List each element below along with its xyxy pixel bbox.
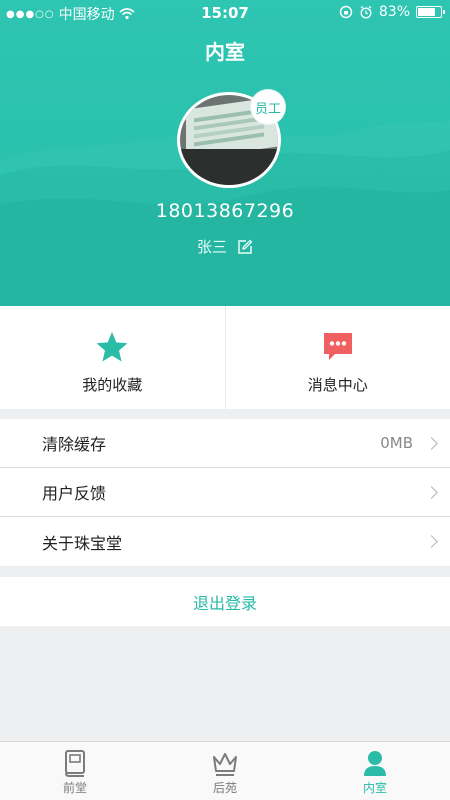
battery-percent: 83% <box>378 4 410 20</box>
message-center-label: 消息中心 <box>307 376 368 394</box>
rotation-lock-icon <box>339 5 353 19</box>
edit-icon[interactable] <box>237 239 253 255</box>
message-icon <box>323 333 352 360</box>
message-center-button[interactable]: 消息中心 <box>224 306 450 409</box>
settings-row-label: 清除缓存 <box>42 435 107 454</box>
tab-front-hall[interactable]: 前堂 <box>0 742 150 800</box>
chevron-right-icon <box>425 436 438 450</box>
logout-button[interactable]: 退出登录 <box>0 577 450 626</box>
page-title: 内室 <box>205 40 245 64</box>
chevron-right-icon <box>425 485 438 499</box>
settings-list: 清除缓存 0MB 用户反馈 关于珠宝堂 <box>0 419 450 566</box>
crown-icon <box>213 753 237 776</box>
favorites-label: 我的收藏 <box>82 376 143 394</box>
battery-icon <box>416 6 445 18</box>
tab-back-garden[interactable]: 后苑 <box>150 742 300 800</box>
settings-row-label: 关于珠宝堂 <box>42 533 123 553</box>
alarm-icon <box>360 5 372 19</box>
cache-size: 0MB <box>380 434 413 452</box>
user-name: 张三 <box>196 238 227 256</box>
tab-label: 前堂 <box>62 781 87 795</box>
role-badge: 员工 <box>251 90 285 124</box>
settings-row-feedback[interactable]: 用户反馈 <box>0 468 450 517</box>
tab-label: 后苑 <box>212 781 237 795</box>
user-phone: 18013867296 <box>155 200 295 222</box>
person-icon <box>364 751 386 776</box>
tab-inner-room[interactable]: 内室 <box>300 742 450 800</box>
book-icon <box>65 750 85 777</box>
tab-bar: 前堂 后苑 内室 <box>0 741 450 800</box>
tab-label: 内室 <box>362 781 387 795</box>
profile-header: ●●●○○ 中国移动 15:07 83% 内室 员工 18013867296 张… <box>0 0 450 306</box>
settings-row-label: 用户反馈 <box>42 484 107 503</box>
star-icon <box>96 332 128 362</box>
settings-row-clear-cache[interactable]: 清除缓存 0MB <box>0 419 450 468</box>
favorites-button[interactable]: 我的收藏 <box>0 306 225 409</box>
status-bar: ●●●○○ 中国移动 15:07 83% <box>0 0 450 26</box>
chevron-right-icon <box>425 535 438 548</box>
settings-row-about[interactable]: 关于珠宝堂 <box>0 517 450 566</box>
quick-actions: 我的收藏 消息中心 <box>0 306 450 409</box>
